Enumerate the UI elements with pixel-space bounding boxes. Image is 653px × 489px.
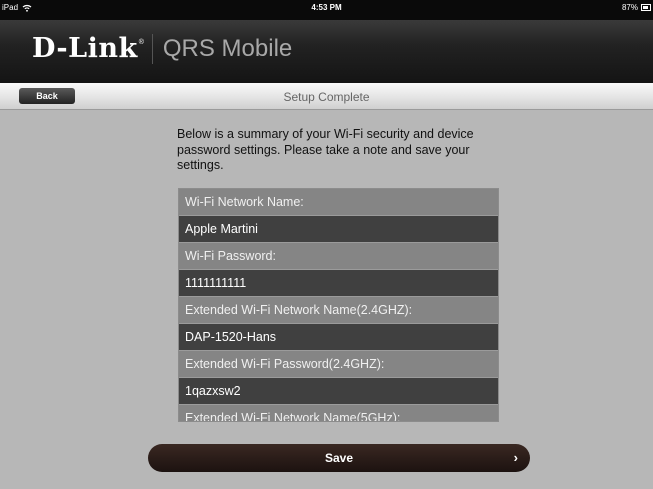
navigation-bar: Back Setup Complete — [0, 83, 653, 110]
brand-name: D-Link — [32, 33, 138, 64]
save-label: Save — [324, 451, 354, 465]
settings-list[interactable]: Wi-Fi Network Name: Apple Martini Wi-Fi … — [178, 188, 499, 422]
extended-password-24-value: 1qazxsw2 — [179, 378, 498, 405]
extended-network-name-24-value: DAP-1520-Hans — [179, 324, 498, 351]
product-name: QRS Mobile — [162, 35, 293, 62]
wifi-password-value: 1111111111 — [179, 270, 498, 297]
battery-icon — [641, 4, 651, 11]
extended-network-name-5-label: Extended Wi-Fi Network Name(5GHz): — [179, 405, 498, 421]
chevron-right-icon: › — [513, 450, 518, 465]
app-header: D-Link ® QRS Mobile — [0, 20, 653, 83]
extended-password-24-label: Extended Wi-Fi Password(2.4GHZ): — [179, 351, 498, 378]
logo-divider — [151, 34, 153, 64]
wifi-password-label: Wi-Fi Password: — [179, 243, 498, 270]
wifi-network-name-label: Wi-Fi Network Name: — [179, 189, 498, 216]
dlink-logo: D-Link ® QRS Mobile — [32, 34, 292, 64]
extended-network-name-24-label: Extended Wi-Fi Network Name(2.4GHZ): — [179, 297, 498, 324]
qrs-mobile-screen: iPad 4:53 PM 87% D-Link ® QRS Mobile Bac… — [0, 0, 653, 489]
status-bar: iPad 4:53 PM 87% — [0, 0, 653, 20]
page-title: Setup Complete — [283, 90, 370, 104]
save-button[interactable]: Save › — [148, 444, 530, 472]
summary-text: Below is a summary of your Wi-Fi securit… — [177, 127, 474, 172]
battery-percent: 87% — [621, 3, 638, 12]
registered-mark: ® — [138, 39, 144, 46]
status-time: 4:53 PM — [311, 3, 342, 12]
wifi-network-name-value: Apple Martini — [179, 216, 498, 243]
